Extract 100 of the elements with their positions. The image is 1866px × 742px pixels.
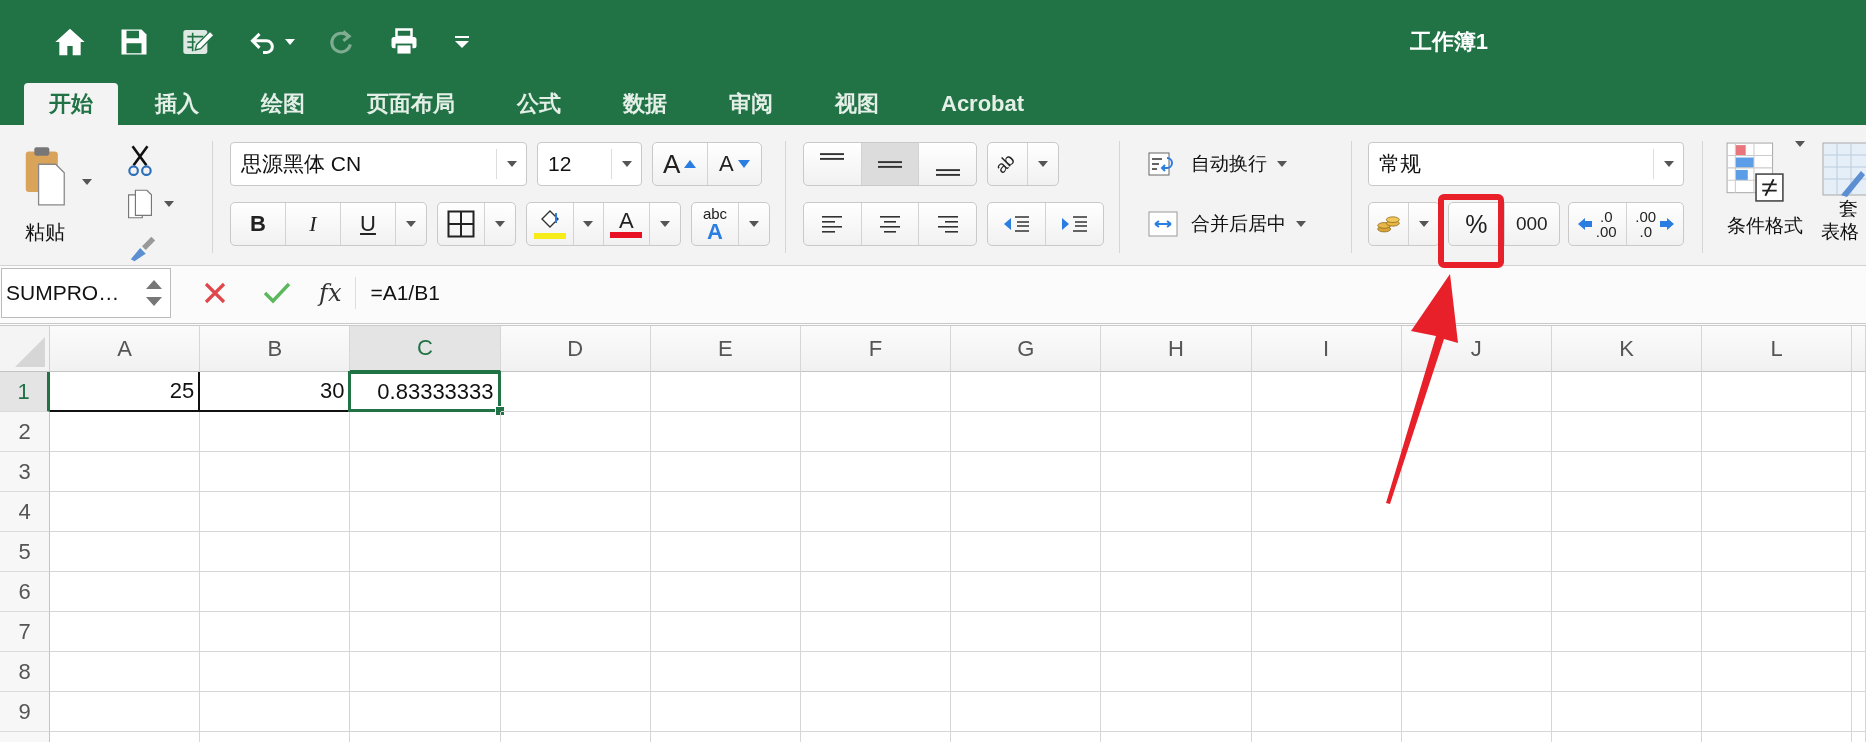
table-cell[interactable] xyxy=(1551,652,1703,692)
table-cell[interactable] xyxy=(50,572,201,612)
table-cell[interactable] xyxy=(350,492,501,532)
table-cell[interactable] xyxy=(1852,452,1866,492)
increase-decimal-button[interactable]: .0 .00 xyxy=(1569,203,1627,245)
table-cell[interactable] xyxy=(1101,492,1252,532)
table-cell[interactable] xyxy=(1251,652,1402,692)
decrease-decimal-button[interactable]: .00 .0 xyxy=(1626,203,1683,245)
font-size-dropdown[interactable]: 12 xyxy=(537,142,642,186)
table-cell[interactable] xyxy=(1551,572,1703,612)
table-cell[interactable] xyxy=(1852,692,1866,732)
table-cell[interactable] xyxy=(1551,492,1703,532)
table-cell[interactable] xyxy=(1702,692,1853,732)
table-cell[interactable] xyxy=(1401,692,1552,732)
table-cell[interactable] xyxy=(1702,572,1853,612)
table-cell[interactable] xyxy=(1852,652,1866,692)
table-cell[interactable] xyxy=(350,652,501,692)
table-cell[interactable] xyxy=(50,652,201,692)
table-cell[interactable] xyxy=(50,412,201,452)
row-header[interactable]: 9 xyxy=(0,692,50,732)
table-cell[interactable] xyxy=(200,532,351,572)
table-cell[interactable] xyxy=(500,692,651,732)
table-cell[interactable] xyxy=(200,492,351,532)
column-header[interactable] xyxy=(1852,326,1866,372)
insert-function-button[interactable]: fx xyxy=(309,277,357,309)
table-cell[interactable] xyxy=(1401,612,1552,652)
font-color-button[interactable]: A xyxy=(603,203,650,245)
table-cell[interactable] xyxy=(800,652,952,692)
table-cell[interactable] xyxy=(1101,452,1252,492)
table-cell[interactable] xyxy=(650,612,801,652)
table-cell[interactable] xyxy=(800,572,952,612)
table-cell[interactable] xyxy=(1251,612,1402,652)
table-cell[interactable] xyxy=(1251,412,1402,452)
table-cell[interactable] xyxy=(350,612,501,652)
table-cell[interactable] xyxy=(951,572,1102,612)
table-cell[interactable] xyxy=(200,612,351,652)
table-cell[interactable] xyxy=(500,492,651,532)
ribbon-tab[interactable]: 页面布局 xyxy=(342,83,480,125)
table-cell[interactable] xyxy=(1401,492,1552,532)
table-cell[interactable] xyxy=(650,532,801,572)
table-cell[interactable] xyxy=(1101,572,1252,612)
table-cell[interactable] xyxy=(50,692,201,732)
column-header[interactable]: H xyxy=(1101,326,1252,372)
column-header[interactable]: G xyxy=(951,326,1102,372)
conditional-formatting-button[interactable]: 条件格式 xyxy=(1725,141,1805,243)
table-cell[interactable] xyxy=(500,372,651,412)
column-header[interactable]: L xyxy=(1702,326,1853,372)
table-cell[interactable] xyxy=(650,412,801,452)
table-cell[interactable] xyxy=(951,692,1102,732)
ribbon-tab[interactable]: 数据 xyxy=(598,83,692,125)
column-header[interactable]: K xyxy=(1551,326,1703,372)
table-cell[interactable] xyxy=(1551,692,1703,732)
table-cell[interactable] xyxy=(350,532,501,572)
row-header[interactable]: 6 xyxy=(0,572,50,612)
table-cell[interactable] xyxy=(1852,532,1866,572)
italic-button[interactable]: I xyxy=(286,203,341,245)
table-cell[interactable] xyxy=(1101,652,1252,692)
row-header[interactable]: 7 xyxy=(0,612,50,652)
table-cell[interactable] xyxy=(800,452,952,492)
table-cell[interactable] xyxy=(350,572,501,612)
table-cell[interactable] xyxy=(1551,532,1703,572)
table-cell[interactable] xyxy=(1702,412,1853,452)
font-name-dropdown[interactable]: 思源黑体 CN xyxy=(230,142,527,186)
table-cell[interactable] xyxy=(1101,612,1252,652)
number-format-dropdown[interactable]: 常规 xyxy=(1368,142,1684,186)
table-format-label[interactable]: 表格 xyxy=(1821,221,1859,243)
row-header[interactable]: 2 xyxy=(0,412,50,452)
ribbon-tab[interactable]: 审阅 xyxy=(704,83,798,125)
table-cell[interactable] xyxy=(800,492,952,532)
table-cell[interactable] xyxy=(50,492,201,532)
table-cell[interactable] xyxy=(50,532,201,572)
wrap-text-button[interactable]: 自动换行 xyxy=(1145,141,1351,187)
table-cell[interactable] xyxy=(650,372,801,412)
paste-button[interactable]: 粘贴 xyxy=(20,141,70,246)
table-cell[interactable] xyxy=(650,652,801,692)
table-cell[interactable] xyxy=(500,652,651,692)
row-header[interactable]: 5 xyxy=(0,532,50,572)
table-cell[interactable] xyxy=(800,372,952,412)
table-cell[interactable] xyxy=(1852,412,1866,452)
table-cell[interactable] xyxy=(1401,652,1552,692)
table-cell[interactable] xyxy=(1551,452,1703,492)
table-cell[interactable] xyxy=(951,372,1102,412)
table-cell[interactable] xyxy=(650,572,801,612)
table-cell[interactable] xyxy=(200,652,351,692)
table-cell[interactable] xyxy=(200,452,351,492)
table-cell[interactable] xyxy=(500,452,651,492)
table-cell[interactable] xyxy=(1852,572,1866,612)
table-cell[interactable] xyxy=(1251,372,1402,412)
table-cell[interactable] xyxy=(1551,412,1703,452)
table-cell[interactable] xyxy=(500,532,651,572)
row-header[interactable]: 3 xyxy=(0,452,50,492)
table-cell[interactable] xyxy=(1401,532,1552,572)
table-cell[interactable] xyxy=(1852,492,1866,532)
shrink-font-button[interactable]: A xyxy=(707,143,761,185)
table-cell[interactable] xyxy=(1702,532,1853,572)
row-header[interactable]: 8 xyxy=(0,652,50,692)
ribbon-tab[interactable]: 插入 xyxy=(130,83,224,125)
table-cell[interactable] xyxy=(1702,652,1853,692)
table-cell[interactable] xyxy=(650,492,801,532)
table-format-label[interactable]: 套 xyxy=(1821,199,1858,220)
